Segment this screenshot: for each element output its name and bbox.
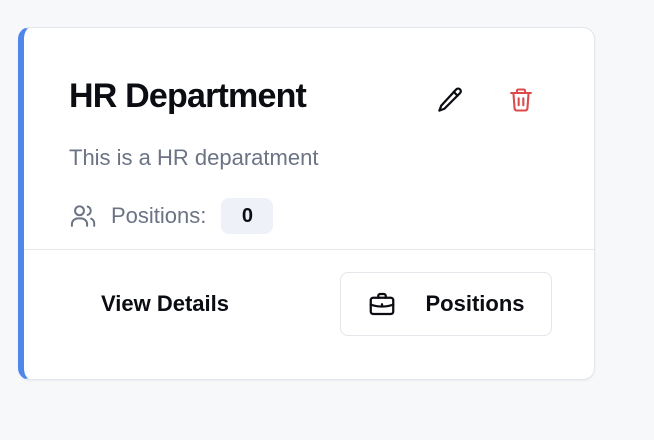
users-icon (69, 201, 99, 231)
positions-label: Positions: (111, 203, 207, 228)
department-card: HR Department This is a HR deparatment P… (18, 27, 595, 380)
card-body: HR Department This is a HR deparatment P… (24, 28, 594, 250)
pencil-icon (438, 87, 462, 112)
positions-count-badge: 0 (221, 198, 274, 234)
positions-summary: Positions: 0 (69, 198, 274, 234)
card-divider (24, 249, 594, 250)
department-description: This is a HR deparatment (69, 145, 319, 170)
briefcase-icon (367, 289, 397, 319)
department-title: HR Department (69, 77, 307, 115)
positions-button[interactable]: Positions (340, 272, 552, 336)
delete-button[interactable] (501, 80, 541, 120)
edit-button[interactable] (430, 80, 470, 120)
trash-icon (510, 88, 532, 112)
view-details-button[interactable]: View Details (70, 272, 260, 336)
positions-button-label: Positions (425, 291, 525, 316)
